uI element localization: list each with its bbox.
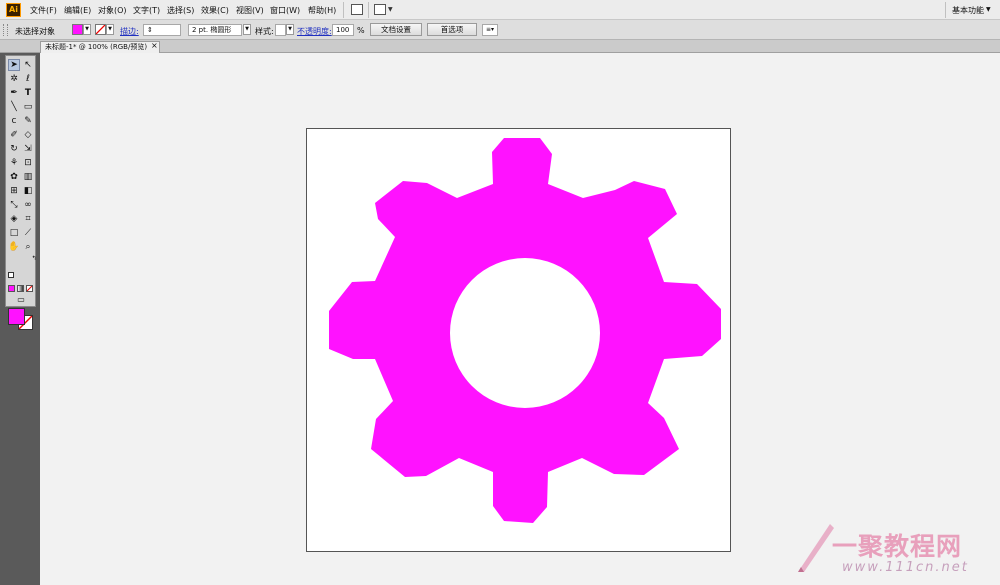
fill-color-box[interactable]: [8, 308, 25, 325]
screen-mode-icon[interactable]: ▭: [15, 294, 27, 306]
menu-file[interactable]: 文件(F): [30, 5, 57, 16]
rectangle-tool-icon[interactable]: ▭: [22, 101, 34, 113]
line-tool-icon[interactable]: ╲: [8, 101, 20, 113]
watermark-title: 一聚教程网: [832, 532, 963, 561]
selection-status: 未选择对象: [15, 27, 55, 36]
menu-edit[interactable]: 编辑(E): [64, 5, 91, 16]
stroke-weight-field[interactable]: ⇕: [143, 24, 181, 36]
fill-color-swatch[interactable]: [72, 24, 83, 35]
chevron-down-icon[interactable]: ▼: [106, 24, 114, 35]
rotate-tool-icon[interactable]: ↻: [8, 143, 20, 155]
menu-view[interactable]: 视图(V): [236, 5, 264, 16]
menu-select[interactable]: 选择(S): [167, 5, 194, 16]
free-transform-tool-icon[interactable]: ⊡: [22, 157, 34, 169]
preferences-button[interactable]: 首选项: [427, 23, 477, 36]
stroke-color-swatch[interactable]: [95, 24, 106, 35]
opacity-unit: %: [357, 26, 365, 35]
chevron-down-icon[interactable]: ▼: [83, 24, 91, 35]
gradient-mode-icon[interactable]: [17, 285, 24, 292]
artboard[interactable]: [306, 128, 731, 552]
brush-definition-value: 2 pt. 椭圆形: [192, 26, 232, 34]
panel-menu-icon[interactable]: ≡▾: [482, 24, 498, 36]
menu-separator: [945, 2, 946, 18]
tools-grid: ➤ ↖ ✲ ℓ ✒ T ╲ ▭ ⅽ ✎ ✐ ◇ ↻ ⇲ ⚘ ⊡ ✿ ▥ ⊞ ◧ …: [5, 55, 37, 307]
default-colors-icon[interactable]: [8, 272, 14, 278]
lasso-tool-icon[interactable]: ℓ: [22, 73, 34, 85]
app-logo: Ai: [6, 3, 21, 17]
zoom-tool-icon[interactable]: ⌕: [22, 241, 34, 253]
arrange-documents-icon[interactable]: [374, 4, 386, 15]
symbol-sprayer-tool-icon[interactable]: ✿: [8, 171, 20, 183]
scale-tool-icon[interactable]: ⇲: [22, 143, 34, 155]
document-tab[interactable]: 未标题-1* @ 100% (RGB/预览): [40, 41, 160, 53]
mesh-tool-icon[interactable]: ⊞: [8, 185, 20, 197]
pencil-tool-icon[interactable]: ✎: [22, 115, 34, 127]
document-setup-button[interactable]: 文档设置: [370, 23, 422, 36]
slice-tool-icon[interactable]: ⟋: [22, 227, 34, 239]
blob-brush-tool-icon[interactable]: ✐: [8, 129, 20, 141]
none-mode-icon[interactable]: [26, 285, 33, 292]
color-mode-icon[interactable]: [8, 285, 15, 292]
document-tab-title: 未标题-1* @ 100% (RGB/预览): [45, 43, 148, 51]
gear-icon: [329, 138, 721, 523]
eyedropper-tool-icon[interactable]: ⤡: [8, 199, 20, 211]
pen-tool-icon[interactable]: ✒: [8, 87, 20, 99]
menu-separator: [368, 2, 369, 18]
live-paint-bucket-tool-icon[interactable]: ◈: [8, 213, 20, 225]
menu-object[interactable]: 对象(O): [98, 5, 127, 16]
menu-bar: Ai 文件(F) 编辑(E) 对象(O) 文字(T) 选择(S) 效果(C) 视…: [0, 0, 1000, 20]
tools-panel: ➤ ↖ ✲ ℓ ✒ T ╲ ▭ ⅽ ✎ ✐ ◇ ↻ ⇲ ⚘ ⊡ ✿ ▥ ⊞ ◧ …: [0, 53, 40, 585]
direct-selection-tool-icon[interactable]: ↖: [22, 59, 34, 71]
menu-help[interactable]: 帮助(H): [308, 5, 336, 16]
chevron-down-icon[interactable]: ▼: [243, 24, 251, 35]
menu-separator: [343, 2, 344, 18]
artboard-tool-icon[interactable]: □: [8, 227, 20, 239]
bridge-icon[interactable]: [351, 4, 363, 15]
magic-wand-tool-icon[interactable]: ✲: [8, 73, 20, 85]
gear-shape: [329, 138, 721, 523]
chevron-down-icon[interactable]: ▼: [986, 6, 991, 13]
opacity-value: 100: [336, 26, 350, 34]
opacity-field[interactable]: 100: [332, 24, 354, 36]
gear-artwork[interactable]: [307, 129, 732, 553]
type-tool-icon[interactable]: T: [22, 87, 34, 99]
document-tab-strip: 未标题-1* @ 100% (RGB/预览) ×: [0, 40, 1000, 53]
style-label: 样式:: [255, 27, 274, 36]
width-tool-icon[interactable]: ⚘: [8, 157, 20, 169]
selection-tool-icon[interactable]: ➤: [8, 59, 20, 71]
graphic-style-swatch[interactable]: [275, 24, 286, 36]
live-paint-selection-tool-icon[interactable]: ⌗: [22, 213, 34, 225]
watermark-url: www.111cn.net: [842, 560, 969, 575]
panel-grip[interactable]: [3, 24, 8, 36]
hand-tool-icon[interactable]: ✋: [8, 241, 20, 253]
chevron-down-icon[interactable]: ▼: [388, 6, 393, 13]
stroke-label[interactable]: 描边:: [120, 26, 139, 37]
paintbrush-tool-icon[interactable]: ⅽ: [8, 115, 20, 127]
blend-tool-icon[interactable]: ∞: [22, 199, 34, 211]
control-bar: 未选择对象 ▼ ▼ 描边: ⇕ 2 pt. 椭圆形 ▼ 样式: ▼ 不透明度: …: [0, 20, 1000, 40]
swap-colors-icon[interactable]: ↰: [28, 253, 40, 265]
chevron-down-icon[interactable]: ▼: [286, 24, 294, 35]
menu-window[interactable]: 窗口(W): [270, 5, 300, 16]
pen-icon: [798, 524, 834, 572]
opacity-label[interactable]: 不透明度:: [297, 26, 332, 37]
column-graph-tool-icon[interactable]: ▥: [22, 171, 34, 183]
close-icon[interactable]: ×: [151, 41, 158, 50]
gradient-tool-icon[interactable]: ◧: [22, 185, 34, 197]
menu-type[interactable]: 文字(T): [133, 5, 160, 16]
brush-definition-field[interactable]: 2 pt. 椭圆形: [188, 24, 242, 36]
eraser-tool-icon[interactable]: ◇: [22, 129, 34, 141]
menu-effect[interactable]: 效果(C): [201, 5, 229, 16]
workspace-switcher[interactable]: 基本功能: [952, 5, 984, 16]
